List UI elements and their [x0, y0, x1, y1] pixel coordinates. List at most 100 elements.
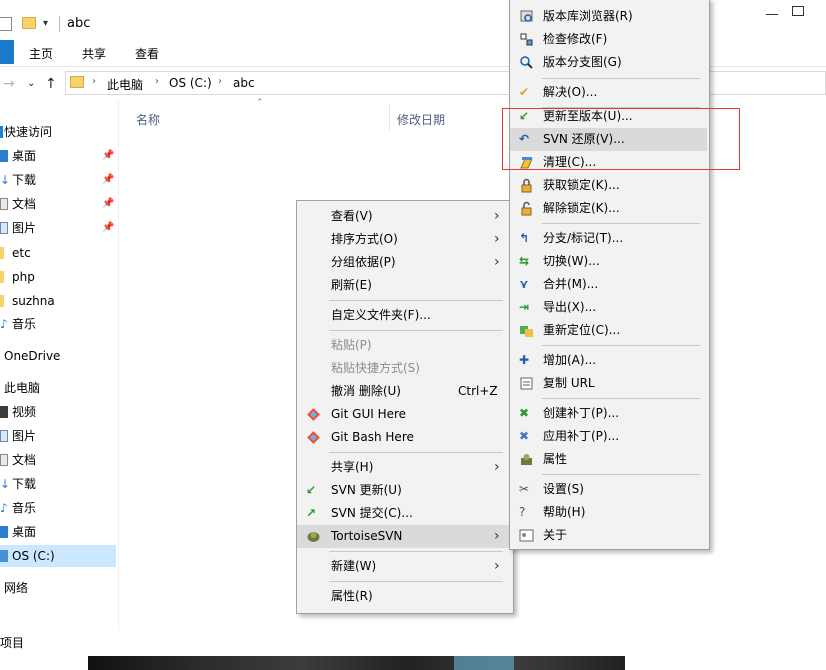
nav-desktop[interactable]: 桌面 📌	[0, 145, 116, 167]
menu-item-apply-patch[interactable]: ✖ 应用补丁(P)...	[510, 425, 709, 448]
maximize-icon[interactable]	[792, 6, 804, 16]
menu-item-group-by[interactable]: 分组依据(P) ›	[297, 251, 513, 274]
nav-documents[interactable]: 文档 📌	[0, 193, 116, 215]
nav-music-pc[interactable]: ♪ 音乐	[0, 497, 116, 519]
breadcrumb-abc[interactable]: abc	[233, 76, 255, 90]
tab-home[interactable]: 主页	[29, 45, 53, 62]
folder-icon	[0, 295, 4, 307]
status-bar-text: 项目	[0, 636, 25, 650]
forward-icon[interactable]: →	[3, 76, 15, 92]
up-icon[interactable]: ↑	[45, 76, 57, 92]
menu-item-about[interactable]: 关于	[510, 524, 709, 547]
nav-suzhna[interactable]: suzhna	[0, 290, 116, 312]
chevron-right-icon[interactable]: ›	[218, 76, 222, 87]
menu-item-merge[interactable]: ⋎ 合并(M)...	[510, 273, 709, 296]
nav-label: 下载	[12, 173, 37, 187]
menu-item-git-gui[interactable]: Git GUI Here	[297, 403, 513, 426]
nav-pictures-pc[interactable]: 图片	[0, 425, 116, 447]
menu-item-svn-properties[interactable]: 属性	[510, 448, 709, 471]
customize-toolbar-dropdown-icon[interactable]: ▾	[43, 18, 48, 29]
menu-item-undo-delete[interactable]: 撤消 删除(U) Ctrl+Z	[297, 380, 513, 403]
pin-icon[interactable]: 📌	[102, 145, 114, 167]
menu-item-svn-update[interactable]: ↙ SVN 更新(U)	[297, 479, 513, 502]
pane-divider[interactable]	[118, 100, 119, 630]
menu-item-view[interactable]: 查看(V) ›	[297, 205, 513, 228]
nav-label: 音乐	[12, 501, 37, 515]
breadcrumb-os-c[interactable]: OS (C:)	[169, 76, 212, 90]
menu-item-release-lock[interactable]: 解除锁定(K)...	[510, 197, 709, 220]
menu-item-git-bash[interactable]: Git Bash Here	[297, 426, 513, 449]
menu-item-paste[interactable]: 粘贴(P)	[297, 334, 513, 357]
menu-item-sort-by[interactable]: 排序方式(O) ›	[297, 228, 513, 251]
video-icon	[0, 406, 8, 418]
chevron-right-icon[interactable]: ›	[155, 76, 159, 87]
nav-downloads-pc[interactable]: ↓ 下载	[0, 473, 116, 495]
column-header-name[interactable]: 名称	[136, 111, 160, 128]
nav-os-c[interactable]: OS (C:)	[0, 545, 116, 567]
file-tab[interactable]	[0, 40, 14, 64]
menu-item-help[interactable]: ? 帮助(H)	[510, 501, 709, 524]
submenu-arrow-icon: ›	[494, 231, 500, 247]
about-icon	[519, 528, 534, 543]
menu-item-refresh[interactable]: 刷新(E)	[297, 274, 513, 297]
revision-graph-icon	[519, 55, 534, 70]
pin-icon[interactable]: 📌	[102, 169, 114, 191]
folder-icon[interactable]	[22, 17, 36, 29]
nav-videos[interactable]: 视频	[0, 401, 116, 423]
minimize-icon[interactable]	[766, 14, 778, 15]
pin-icon[interactable]: 📌	[102, 217, 114, 239]
nav-onedrive[interactable]: OneDrive	[0, 345, 116, 367]
tab-view[interactable]: 查看	[135, 45, 159, 62]
nav-music[interactable]: ♪ 音乐	[0, 313, 116, 335]
nav-network[interactable]: 网络	[0, 577, 116, 599]
menu-item-revision-graph[interactable]: 版本分支图(G)	[510, 51, 709, 74]
menu-item-share[interactable]: 共享(H) ›	[297, 456, 513, 479]
menu-item-customize-folder[interactable]: 自定义文件夹(F)...	[297, 304, 513, 327]
menu-item-export[interactable]: ⇥ 导出(X)...	[510, 296, 709, 319]
nav-documents-pc[interactable]: 文档	[0, 449, 116, 471]
menu-item-check-modifications[interactable]: 检查修改(F)	[510, 28, 709, 51]
nav-php[interactable]: php	[0, 266, 116, 288]
menu-separator	[542, 345, 700, 346]
nav-quick-access[interactable]: 快速访问	[0, 121, 116, 143]
menu-label: 属性	[543, 452, 568, 466]
menu-item-resolve[interactable]: ✔ 解决(O)...	[510, 81, 709, 104]
quick-access-properties-icon[interactable]	[0, 17, 12, 31]
tab-share[interactable]: 共享	[82, 45, 106, 62]
recent-locations-icon[interactable]: ⌄	[27, 78, 35, 89]
nav-pictures[interactable]: 图片 📌	[0, 217, 116, 239]
desktop-icon	[0, 526, 8, 538]
menu-item-svn-commit[interactable]: ↗ SVN 提交(C)...	[297, 502, 513, 525]
create-patch-icon: ✖	[519, 406, 530, 420]
pin-icon[interactable]: 📌	[102, 193, 114, 215]
menu-item-paste-shortcut[interactable]: 粘贴快捷方式(S)	[297, 357, 513, 380]
menu-item-branch-tag[interactable]: ↰ 分支/标记(T)...	[510, 227, 709, 250]
menu-item-settings[interactable]: ✂ 设置(S)	[510, 478, 709, 501]
menu-item-new[interactable]: 新建(W) ›	[297, 555, 513, 578]
column-header-date[interactable]: 修改日期	[397, 111, 445, 128]
download-icon: ↓	[0, 173, 11, 187]
menu-item-copy-url[interactable]: 复制 URL	[510, 372, 709, 395]
nav-label: etc	[12, 246, 31, 260]
menu-label: Git GUI Here	[331, 407, 407, 421]
nav-downloads[interactable]: ↓ 下载 📌	[0, 169, 116, 191]
menu-item-add[interactable]: ✚ 增加(A)...	[510, 349, 709, 372]
menu-item-repo-browser[interactable]: 版本库浏览器(R)	[510, 5, 709, 28]
menu-item-tortoisesvn[interactable]: TortoiseSVN ›	[297, 525, 513, 548]
menu-label: 分支/标记(T)...	[543, 231, 624, 245]
menu-label: 复制 URL	[543, 376, 595, 390]
breadcrumb-this-pc[interactable]: 此电脑	[107, 76, 143, 93]
column-separator[interactable]	[389, 104, 390, 130]
nav-desktop-pc[interactable]: 桌面	[0, 521, 116, 543]
menu-item-switch[interactable]: ⇆ 切换(W)...	[510, 250, 709, 273]
menu-item-get-lock[interactable]: 获取锁定(K)...	[510, 174, 709, 197]
nav-this-pc[interactable]: 此电脑	[0, 377, 116, 399]
drive-icon	[0, 550, 8, 562]
menu-item-create-patch[interactable]: ✖ 创建补丁(P)...	[510, 402, 709, 425]
menu-item-relocate[interactable]: 重新定位(C)...	[510, 319, 709, 342]
document-icon	[0, 454, 8, 466]
chevron-right-icon[interactable]: ›	[92, 76, 96, 87]
menu-item-properties[interactable]: 属性(R)	[297, 585, 513, 608]
music-icon: ♪	[0, 501, 8, 515]
nav-etc[interactable]: etc	[0, 242, 116, 264]
